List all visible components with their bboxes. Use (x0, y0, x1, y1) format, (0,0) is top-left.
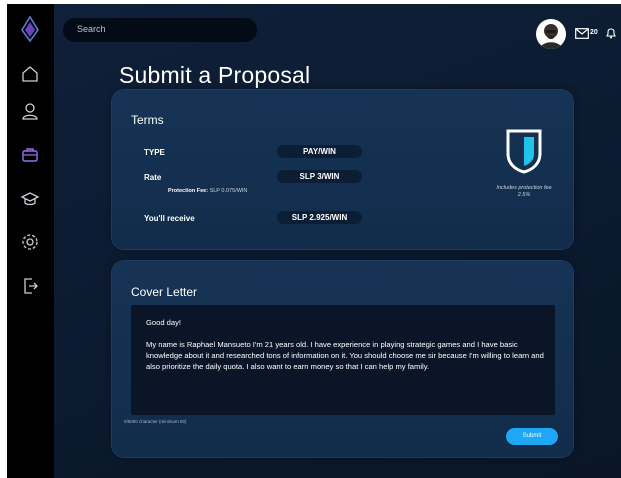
sidebar (7, 4, 54, 478)
graduation-icon[interactable] (20, 189, 40, 209)
receive-currency: SLP (291, 213, 308, 222)
home-icon[interactable] (20, 64, 40, 84)
page-title: Submit a Proposal (119, 62, 311, 88)
character-count: 0/5000 character (minimum 50) (124, 419, 187, 424)
cover-letter-textarea[interactable]: Good day! My name is Raphael Mansueto I'… (131, 305, 555, 415)
avatar[interactable] (536, 19, 566, 49)
logout-icon[interactable] (20, 276, 40, 296)
submit-button[interactable]: Submit (506, 428, 558, 445)
cover-letter-text: Good day! My name is Raphael Mansueto I'… (146, 318, 544, 371)
avatar-image (540, 24, 562, 49)
cover-letter-title: Cover Letter (131, 285, 198, 299)
receive-value-pill: SLP 2.925/WIN (277, 211, 362, 224)
protection-fee-line: Protection Fee: SLP 0.075/WIN (168, 188, 247, 194)
shield-icon (506, 129, 542, 174)
cover-letter-card: Cover Letter Good day! My name is Raphae… (112, 261, 573, 457)
type-label: TYPE (144, 148, 165, 157)
protection-fee-label: Protection Fee: (168, 188, 209, 194)
rate-currency: SLP (299, 172, 315, 181)
logo-icon[interactable] (21, 16, 39, 42)
protection-note-line2: 2.5% (517, 192, 531, 198)
rate-value-pill: SLP 3/WIN (277, 170, 362, 183)
mail-icon[interactable] (575, 28, 589, 39)
user-icon[interactable] (20, 101, 40, 121)
terms-card: Terms TYPE PAY/WIN Rate SLP 3/WIN Protec… (112, 90, 573, 249)
mail-count-badge: 20 (590, 29, 598, 36)
protection-note: Includes protection fee 2.5% (472, 185, 576, 199)
search-input[interactable]: Search (63, 18, 257, 42)
settings-icon[interactable] (20, 232, 40, 252)
terms-title: Terms (131, 113, 164, 127)
rate-value: 3/WIN (317, 172, 340, 181)
protection-note-line1: Includes protection fee (496, 185, 552, 191)
search-placeholder: Search (77, 24, 106, 34)
type-value-pill: PAY/WIN (277, 145, 362, 158)
rate-label: Rate (144, 173, 162, 182)
protection-fee-value: SLP 0.075/WIN (209, 188, 248, 194)
receive-label: You'll receive (144, 214, 195, 223)
briefcase-icon[interactable] (20, 145, 40, 165)
bell-icon[interactable] (605, 27, 617, 39)
app-window: Search 20 Submit a Proposal Terms TYPE P… (7, 4, 621, 478)
receive-value: 2.925/WIN (309, 213, 348, 222)
